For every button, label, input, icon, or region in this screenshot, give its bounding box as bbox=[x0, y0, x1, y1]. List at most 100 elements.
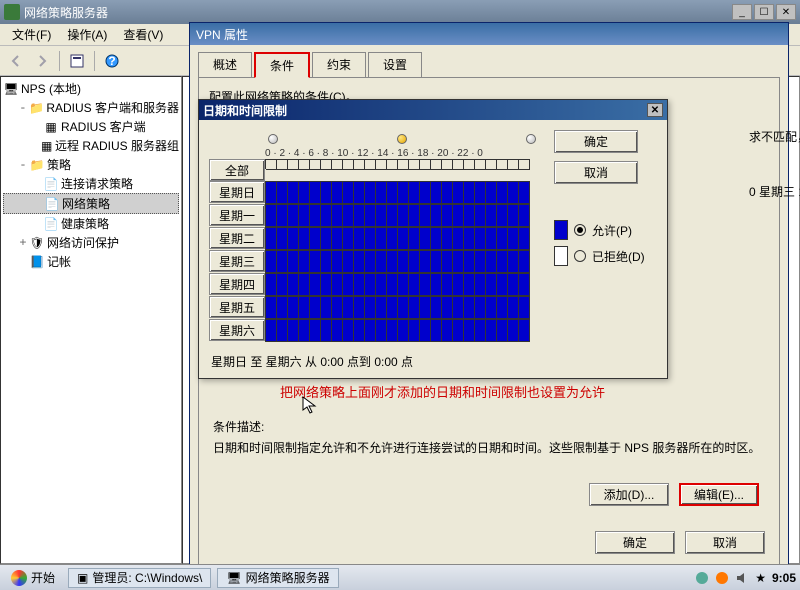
tray-icon-2[interactable] bbox=[715, 571, 729, 585]
schedule-cell[interactable] bbox=[431, 297, 442, 319]
schedule-cell[interactable] bbox=[332, 251, 343, 273]
schedule-cell[interactable] bbox=[277, 228, 288, 250]
schedule-cell[interactable] bbox=[486, 320, 497, 342]
schedule-cell[interactable] bbox=[431, 182, 442, 204]
nav-tree[interactable]: 🖥NPS (本地) -📁RADIUS 客户端和服务器 ▦RADIUS 客户端 ▦… bbox=[0, 76, 182, 564]
schedule-cell[interactable] bbox=[288, 251, 299, 273]
schedule-cell[interactable] bbox=[486, 274, 497, 296]
schedule-cell[interactable] bbox=[376, 205, 387, 227]
schedule-cell[interactable] bbox=[519, 297, 530, 319]
vpn-ok-button[interactable]: 确定 bbox=[595, 531, 675, 554]
schedule-cell[interactable] bbox=[519, 205, 530, 227]
schedule-cell[interactable] bbox=[266, 182, 277, 204]
schedule-cell[interactable] bbox=[387, 320, 398, 342]
schedule-cell[interactable] bbox=[332, 228, 343, 250]
tree-accounting[interactable]: 📘记帐 bbox=[3, 252, 179, 271]
tree-remote-group[interactable]: ▦远程 RADIUS 服务器组 bbox=[3, 136, 179, 155]
schedule-cell[interactable] bbox=[387, 274, 398, 296]
schedule-cell[interactable] bbox=[321, 205, 332, 227]
schedule-cell[interactable] bbox=[508, 251, 519, 273]
schedule-cell[interactable] bbox=[453, 182, 464, 204]
schedule-cell[interactable] bbox=[464, 297, 475, 319]
schedule-cell[interactable] bbox=[387, 251, 398, 273]
schedule-cell[interactable] bbox=[277, 320, 288, 342]
schedule-cell[interactable] bbox=[288, 320, 299, 342]
day-button-3[interactable]: 星期三 bbox=[209, 250, 265, 272]
schedule-cell[interactable] bbox=[332, 205, 343, 227]
start-button[interactable]: 开始 bbox=[4, 566, 62, 589]
schedule-cell[interactable] bbox=[277, 251, 288, 273]
tree-net-policy[interactable]: 📄网络策略 bbox=[3, 193, 179, 214]
schedule-cell[interactable] bbox=[497, 182, 508, 204]
schedule-cell[interactable] bbox=[288, 228, 299, 250]
schedule-cell[interactable] bbox=[409, 228, 420, 250]
schedule-cell[interactable] bbox=[442, 297, 453, 319]
tab-settings[interactable]: 设置 bbox=[368, 52, 422, 78]
allow-radio[interactable] bbox=[574, 224, 586, 236]
main-titlebar[interactable]: 网络策略服务器 _ ☐ ✕ bbox=[0, 0, 800, 24]
tab-overview[interactable]: 概述 bbox=[198, 52, 252, 78]
schedule-cell[interactable] bbox=[519, 182, 530, 204]
schedule-cell[interactable] bbox=[288, 182, 299, 204]
schedule-cell[interactable] bbox=[376, 182, 387, 204]
day-button-2[interactable]: 星期二 bbox=[209, 227, 265, 249]
schedule-cell[interactable] bbox=[277, 297, 288, 319]
schedule-cell[interactable] bbox=[277, 182, 288, 204]
schedule-cell[interactable] bbox=[464, 205, 475, 227]
schedule-cell[interactable] bbox=[343, 274, 354, 296]
schedule-cell[interactable] bbox=[453, 228, 464, 250]
day-button-6[interactable]: 星期六 bbox=[209, 319, 265, 341]
schedule-cell[interactable] bbox=[508, 182, 519, 204]
schedule-cell[interactable] bbox=[332, 274, 343, 296]
tree-conn-req[interactable]: 📄连接请求策略 bbox=[3, 174, 179, 193]
schedule-cell[interactable] bbox=[365, 297, 376, 319]
schedule-cell[interactable] bbox=[310, 228, 321, 250]
restore-button[interactable]: ☐ bbox=[754, 4, 774, 20]
schedule-cell[interactable] bbox=[464, 228, 475, 250]
close-button[interactable]: ✕ bbox=[776, 4, 796, 20]
tab-constraints[interactable]: 约束 bbox=[312, 52, 366, 78]
schedule-cell[interactable] bbox=[321, 228, 332, 250]
schedule-cell[interactable] bbox=[266, 205, 277, 227]
schedule-cell[interactable] bbox=[409, 320, 420, 342]
schedule-cell[interactable] bbox=[508, 297, 519, 319]
schedule-cell[interactable] bbox=[420, 251, 431, 273]
schedule-cell[interactable] bbox=[321, 274, 332, 296]
schedule-cell[interactable] bbox=[365, 182, 376, 204]
schedule-cell[interactable] bbox=[497, 251, 508, 273]
schedule-cell[interactable] bbox=[343, 251, 354, 273]
schedule-cell[interactable] bbox=[299, 205, 310, 227]
schedule-cell[interactable] bbox=[442, 251, 453, 273]
schedule-cell[interactable] bbox=[387, 205, 398, 227]
schedule-cell[interactable] bbox=[354, 251, 365, 273]
add-button[interactable]: 添加(D)... bbox=[589, 483, 669, 506]
schedule-cell[interactable] bbox=[266, 320, 277, 342]
schedule-cell[interactable] bbox=[310, 274, 321, 296]
schedule-cell[interactable] bbox=[486, 297, 497, 319]
day-button-1[interactable]: 星期一 bbox=[209, 204, 265, 226]
day-button-0[interactable]: 星期日 bbox=[209, 181, 265, 203]
schedule-cell[interactable] bbox=[508, 205, 519, 227]
minimize-button[interactable]: _ bbox=[732, 4, 752, 20]
tray-volume-icon[interactable] bbox=[735, 571, 749, 585]
dt-ok-button[interactable]: 确定 bbox=[554, 130, 638, 153]
schedule-cell[interactable] bbox=[277, 274, 288, 296]
schedule-cell[interactable] bbox=[420, 274, 431, 296]
taskbar-item-nps[interactable]: 🖥 网络策略服务器 bbox=[217, 568, 338, 588]
schedule-cell[interactable] bbox=[475, 320, 486, 342]
schedule-cell[interactable] bbox=[376, 297, 387, 319]
schedule-cell[interactable] bbox=[387, 228, 398, 250]
schedule-cell[interactable] bbox=[475, 251, 486, 273]
schedule-cell[interactable] bbox=[376, 251, 387, 273]
tree-health-policy[interactable]: 📄健康策略 bbox=[3, 214, 179, 233]
dt-cancel-button[interactable]: 取消 bbox=[554, 161, 638, 184]
schedule-cell[interactable] bbox=[464, 320, 475, 342]
schedule-cell[interactable] bbox=[464, 274, 475, 296]
schedule-cell[interactable] bbox=[497, 320, 508, 342]
schedule-cell[interactable] bbox=[321, 320, 332, 342]
taskbar-item-cmd[interactable]: ▣ 管理员: C:\Windows\ bbox=[68, 568, 211, 588]
schedule-cell[interactable] bbox=[497, 205, 508, 227]
schedule-cell[interactable] bbox=[343, 297, 354, 319]
schedule-cell[interactable] bbox=[431, 274, 442, 296]
schedule-cell[interactable] bbox=[475, 274, 486, 296]
